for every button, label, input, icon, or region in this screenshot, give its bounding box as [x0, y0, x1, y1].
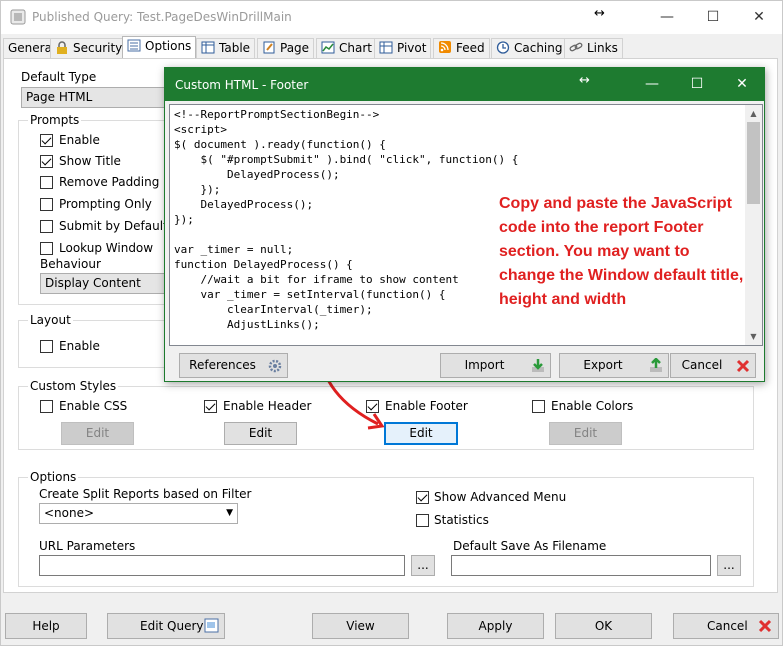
prompting-only-checkbox[interactable] — [40, 198, 53, 211]
default-save-label: Default Save As Filename — [453, 539, 607, 553]
split-reports-label: Create Split Reports based on Filter — [39, 487, 252, 501]
default-type-select[interactable]: Page HTML — [21, 87, 171, 108]
tab-security[interactable]: Security — [50, 38, 128, 59]
options-icon — [127, 39, 141, 52]
rss-feed-icon — [439, 41, 451, 53]
instruction-callout: Copy and paste the JavaScript code into … — [499, 195, 744, 308]
default-save-browse-button[interactable]: ... — [717, 555, 741, 576]
show-title-label: Show Title — [59, 154, 121, 168]
submit-by-default-checkbox[interactable] — [40, 220, 53, 233]
cancel-button[interactable]: Cancel — [673, 613, 779, 639]
tab-chart[interactable]: Chart — [316, 38, 377, 59]
default-type-label: Default Type — [21, 70, 97, 84]
ok-button[interactable]: OK — [555, 613, 652, 639]
tab-feed[interactable]: Feed — [433, 38, 490, 59]
tab-caching[interactable]: Caching — [491, 38, 568, 59]
enable-colors-label: Enable Colors — [551, 399, 634, 413]
custom-html-dialog: Custom HTML - Footer ↔ — ☐ ✕ <!--ReportP… — [164, 67, 765, 382]
dialog-title: Custom HTML - Footer — [175, 78, 309, 92]
export-button[interactable]: Export — [559, 353, 669, 378]
scroll-down-icon[interactable]: ▼ — [745, 328, 762, 345]
apply-button[interactable]: Apply — [447, 613, 544, 639]
url-parameters-input[interactable] — [39, 555, 405, 576]
app-icon — [10, 9, 26, 25]
lookup-window-label: Lookup Window — [59, 241, 154, 255]
dialog-minimize-button[interactable]: — — [632, 72, 672, 96]
red-x-icon — [736, 359, 750, 373]
minimize-button[interactable]: — — [647, 5, 687, 29]
prompts-group-title: Prompts — [28, 113, 82, 127]
show-advanced-menu-checkbox[interactable] — [416, 491, 429, 504]
scroll-up-icon[interactable]: ▲ — [745, 105, 762, 122]
bottom-bar: Help Edit Query View Apply OK Cancel — [1, 598, 782, 645]
chevron-down-icon: ▼ — [226, 508, 233, 518]
move-cursor-icon: ↔ — [579, 73, 590, 88]
query-icon — [204, 618, 219, 633]
help-button[interactable]: Help — [5, 613, 87, 639]
import-button[interactable]: Import — [440, 353, 551, 378]
options-group-title: Options — [28, 470, 79, 484]
prompting-only-label: Prompting Only — [59, 197, 152, 211]
dialog-title-bar[interactable]: Custom HTML - Footer ↔ — ☐ ✕ — [165, 68, 764, 101]
enable-header-label: Enable Header — [223, 399, 312, 413]
table-icon — [201, 41, 215, 54]
view-button[interactable]: View — [312, 613, 409, 639]
dialog-cancel-button[interactable]: Cancel — [670, 353, 756, 378]
gear-icon — [268, 359, 282, 373]
link-icon — [569, 42, 583, 52]
layout-enable-label: Enable — [59, 339, 100, 353]
url-parameters-label: URL Parameters — [39, 539, 136, 553]
maximize-button[interactable]: ☐ — [693, 5, 733, 29]
dialog-close-button[interactable]: ✕ — [722, 72, 762, 96]
layout-enable-checkbox[interactable] — [40, 340, 53, 353]
edit-css-button[interactable]: Edit — [61, 422, 134, 445]
remove-padding-label: Remove Padding — [59, 175, 160, 189]
move-cursor-icon: ↔ — [594, 6, 605, 21]
export-icon — [650, 358, 662, 372]
lock-icon — [57, 41, 67, 54]
enable-css-checkbox[interactable] — [40, 400, 53, 413]
enable-header-checkbox[interactable] — [204, 400, 217, 413]
close-button[interactable]: ✕ — [739, 5, 779, 29]
dialog-maximize-button[interactable]: ☐ — [677, 72, 717, 96]
edit-header-button[interactable]: Edit — [224, 422, 297, 445]
clock-icon — [496, 41, 510, 54]
window-title: Published Query: Test.PageDesWinDrillMai… — [32, 10, 292, 24]
default-save-input[interactable] — [451, 555, 711, 576]
title-bar[interactable]: Published Query: Test.PageDesWinDrillMai… — [1, 1, 782, 34]
red-x-icon — [758, 619, 772, 633]
behaviour-select[interactable]: Display Content — [40, 273, 168, 294]
submit-by-default-label: Submit by Default — [59, 219, 168, 233]
enable-css-label: Enable CSS — [59, 399, 128, 413]
lookup-window-checkbox[interactable] — [40, 242, 53, 255]
show-title-checkbox[interactable] — [40, 155, 53, 168]
remove-padding-checkbox[interactable] — [40, 176, 53, 189]
prompts-enable-label: Enable — [59, 133, 100, 147]
tab-table[interactable]: Table — [196, 38, 256, 59]
layout-group-title: Layout — [28, 313, 73, 327]
enable-colors-checkbox[interactable] — [532, 400, 545, 413]
chart-icon — [321, 41, 335, 54]
tab-options[interactable]: Options — [122, 36, 197, 60]
prompts-enable-checkbox[interactable] — [40, 134, 53, 147]
pivot-icon — [379, 41, 393, 54]
statistics-checkbox[interactable] — [416, 514, 429, 527]
show-advanced-menu-label: Show Advanced Menu — [434, 490, 567, 504]
tab-pivot[interactable]: Pivot — [374, 38, 432, 59]
statistics-label: Statistics — [434, 513, 489, 527]
url-parameters-browse-button[interactable]: ... — [411, 555, 435, 576]
page-icon — [263, 41, 275, 54]
edit-colors-button[interactable]: Edit — [549, 422, 622, 445]
behaviour-label: Behaviour — [40, 257, 101, 271]
tab-links[interactable]: Links — [564, 38, 623, 59]
tab-page[interactable]: Page — [257, 38, 315, 59]
references-button[interactable]: References — [179, 353, 288, 378]
custom-styles-title: Custom Styles — [28, 379, 119, 393]
split-reports-select[interactable]: <none> ▼ — [39, 503, 238, 524]
import-icon — [532, 359, 544, 372]
edit-query-button[interactable]: Edit Query — [107, 613, 225, 639]
dialog-button-bar: References Import Export Cancel — [165, 349, 764, 381]
